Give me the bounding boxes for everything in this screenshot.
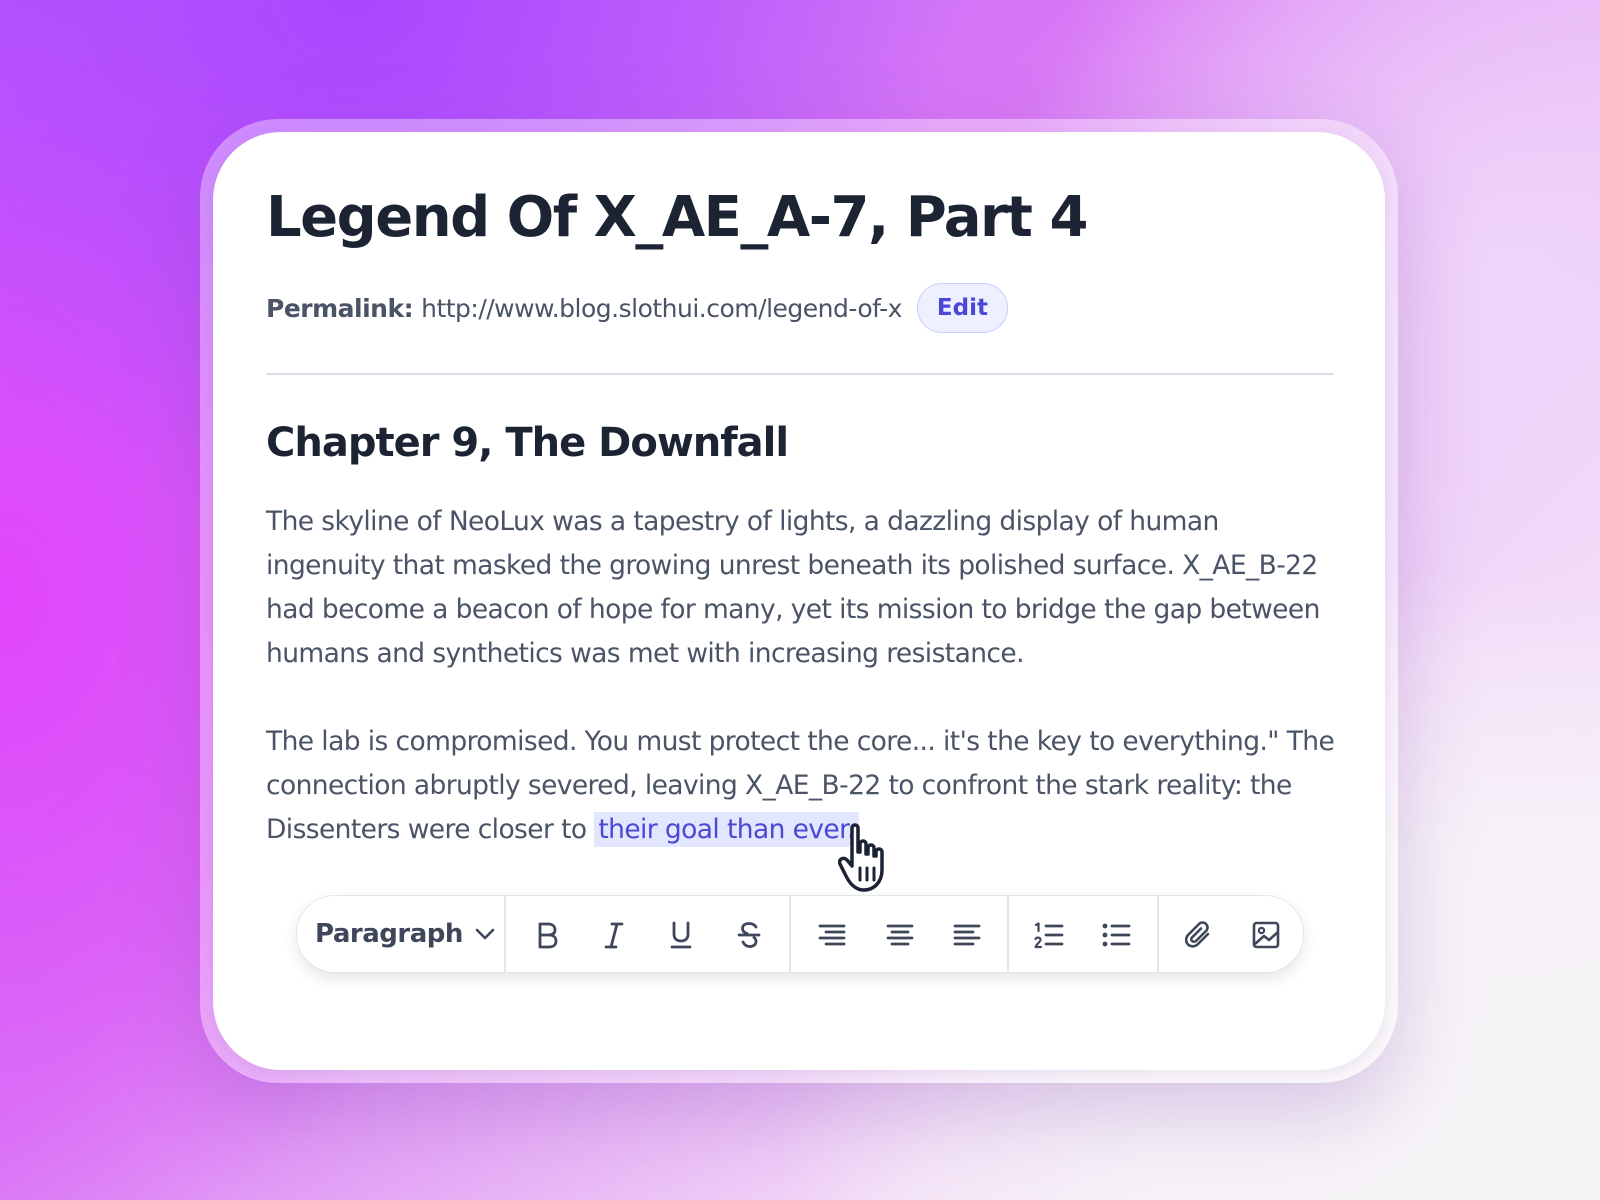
ordered-list-icon	[1034, 922, 1064, 949]
insert-image-button[interactable]	[1244, 913, 1288, 957]
formatting-toolbar: Paragraph	[296, 895, 1304, 973]
bold-icon	[538, 922, 558, 949]
italic-icon	[604, 922, 624, 949]
permalink-url[interactable]: http://www.blog.slothui.com/legend-of-x	[421, 294, 902, 323]
divider	[266, 373, 1334, 375]
bullet-list-icon	[1102, 923, 1131, 947]
align-left-icon	[818, 924, 846, 946]
body-paragraph-1[interactable]: The skyline of NeoLux was a tapestry of …	[266, 500, 1336, 676]
italic-button[interactable]	[592, 913, 636, 957]
edit-permalink-button[interactable]: Edit	[916, 283, 1008, 333]
permalink-label: Permalink:	[266, 293, 414, 323]
permalink-row: Permalink: http://www.blog.slothui.com/l…	[266, 282, 1008, 334]
toolbar-separator	[1157, 896, 1159, 972]
block-format-select[interactable]: Paragraph	[315, 896, 495, 972]
chevron-down-icon	[475, 928, 495, 940]
ordered-list-button[interactable]	[1027, 913, 1071, 957]
toolbar-separator	[504, 896, 506, 972]
chapter-heading[interactable]: Chapter 9, The Downfall	[266, 420, 789, 466]
post-title[interactable]: Legend Of X_AE_A-7, Part 4	[266, 185, 1088, 250]
toolbar-separator	[1007, 896, 1009, 972]
block-format-label: Paragraph	[315, 919, 463, 949]
underline-button[interactable]	[659, 913, 703, 957]
paperclip-icon	[1184, 921, 1210, 948]
bullet-list-button[interactable]	[1094, 913, 1138, 957]
align-right-button[interactable]	[945, 913, 989, 957]
attach-button[interactable]	[1176, 913, 1220, 957]
toolbar-separator	[789, 896, 791, 972]
bold-button[interactable]	[525, 913, 569, 957]
underline-icon	[670, 921, 692, 949]
strikethrough-icon	[737, 922, 761, 948]
align-right-icon	[953, 924, 981, 946]
align-center-button[interactable]	[878, 913, 922, 957]
align-center-icon	[886, 924, 914, 946]
image-icon	[1252, 921, 1280, 949]
strikethrough-button[interactable]	[727, 913, 771, 957]
hand-pointer-cursor-icon	[838, 823, 884, 892]
align-left-button[interactable]	[810, 913, 854, 957]
body-paragraph-2[interactable]: The lab is compromised. You must protect…	[266, 720, 1336, 852]
selected-text[interactable]: their goal than ever.	[594, 812, 859, 847]
